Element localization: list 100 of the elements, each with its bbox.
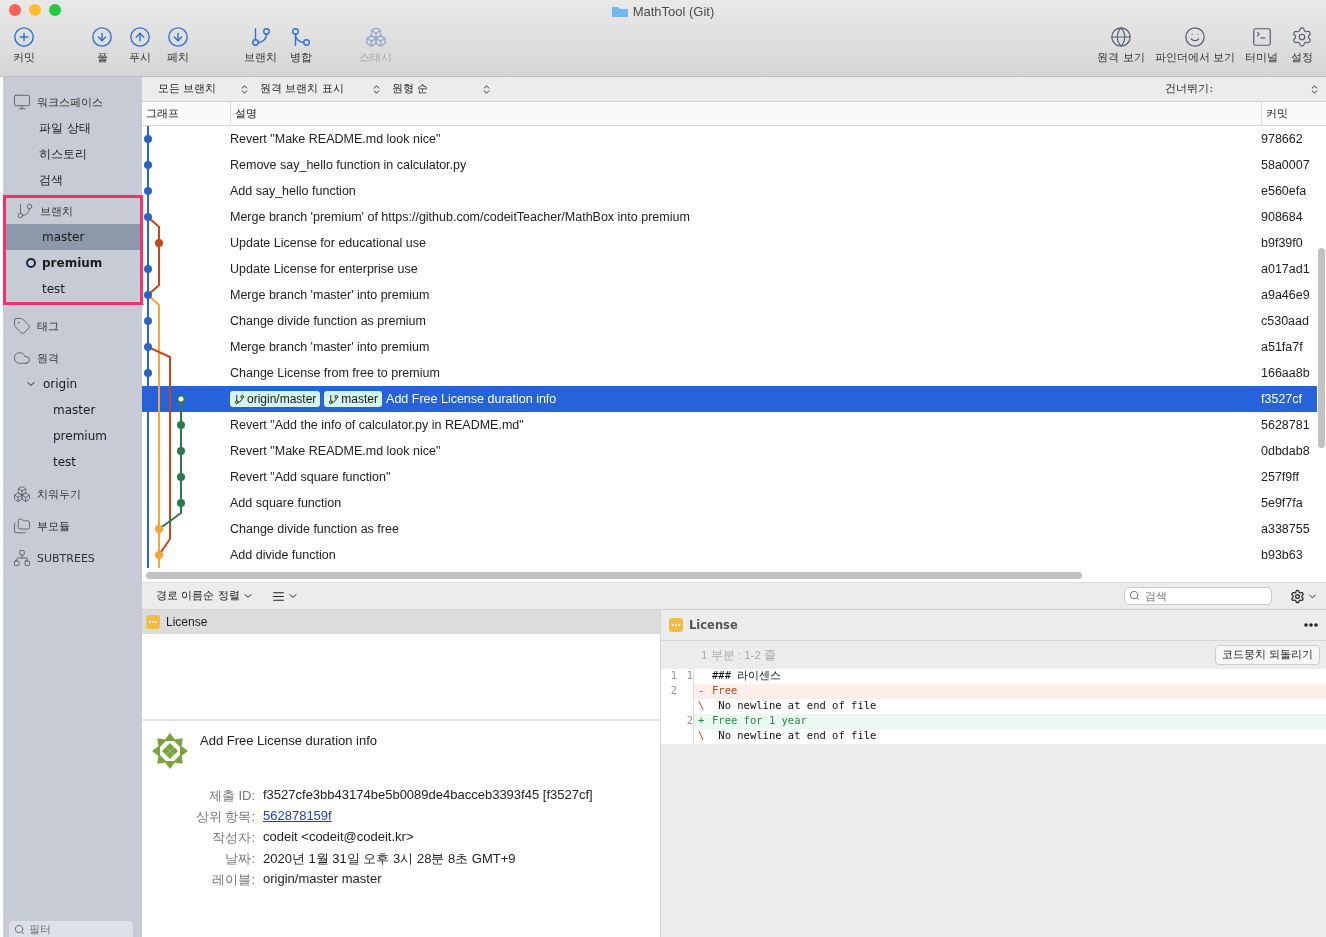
folders-icon [13,517,31,535]
network-icon [13,549,31,567]
sort-dropdown[interactable]: 경로 이름순 정렬 [156,589,254,603]
toolbar-button[interactable]: 원격 보기 [1093,26,1149,65]
branch-select[interactable]: 모든 브랜치 [158,82,260,96]
commit-dot[interactable] [177,473,185,481]
commit-dot[interactable] [155,551,163,559]
commit-hash: c530aad [1260,314,1310,328]
commit-dot[interactable] [144,187,152,195]
commit-message: Merge branch 'master' into premium [230,340,430,354]
section-title: SUBTREES [37,551,95,565]
sidebar-item[interactable]: 검색 [3,167,142,193]
commit-dot[interactable] [144,343,152,351]
column-header[interactable]: 커밋 [1262,102,1326,125]
order-select[interactable]: 원형 순 [392,82,502,96]
toolbar-button[interactable]: 풀 [84,26,120,65]
toolbar-button[interactable]: 터미널 [1241,26,1282,65]
plus-icon [13,26,35,48]
commit-message: Change divide function as premium [230,314,426,328]
field-value: origin/master master [263,871,382,886]
column-header[interactable]: 설명 [231,102,1262,125]
view-dropdown[interactable] [271,589,299,603]
commit-dot[interactable] [177,447,185,455]
section-title: 태그 [37,318,59,334]
folder-icon [611,5,628,17]
search-field[interactable]: 검색 [1124,587,1272,605]
toolbar-button[interactable]: 커밋 [6,26,42,65]
commit-message: Revert "Add square function" [230,470,391,484]
sidebar-item[interactable]: premium [3,423,142,449]
commit-message: Add say_hello function [230,184,356,198]
more-icon[interactable] [1304,623,1318,627]
toolbar-button[interactable]: 브랜치 [240,26,281,65]
field-label: 작성자: [211,829,255,847]
commit-dot[interactable] [144,213,152,221]
commit-row[interactable]: origin/master master Add Free License duration info f3527cf [230,386,1317,412]
commit-hash: 908684 [1260,210,1304,224]
scrollbar[interactable] [146,571,1082,579]
commit-message: Update License for enterprise use [230,262,418,276]
avatar-icon [150,731,190,771]
field-value: 2020년 1월 31일 오후 3시 28분 8초 GMT+9 [263,851,516,866]
remote-item[interactable]: origin [3,371,142,397]
window-title: MathTool (Git) [632,3,715,19]
remote-select[interactable]: 원격 브랜치 표시 [260,82,392,96]
sidebar-item[interactable]: 히스토리 [3,141,142,167]
scrollbar[interactable] [1318,248,1325,448]
commit-hash: b93b63 [1260,548,1304,562]
chevrons-icon [239,83,250,95]
toolbar-button[interactable]: 파인더에서 보기 [1150,26,1239,65]
cloud-icon [13,349,31,367]
section-title: 부모듈 [37,518,70,534]
commit-message: Change divide function as free [230,522,399,536]
field-label: 제출 ID: [207,787,255,805]
chevrons-icon [1309,83,1320,95]
commit-hash: f3527cf [1260,392,1303,406]
merge-icon [290,26,312,48]
boxes-icon [13,485,31,503]
parent-link[interactable]: 562878159f [263,808,332,823]
toolbar-button[interactable]: 푸시 [122,26,158,65]
list-icon [271,589,285,603]
commit-dot[interactable] [144,161,152,169]
chevrons-icon [481,83,492,95]
modified-file-icon [669,618,683,632]
branch-tag: master [324,391,383,407]
commit-hash: a017ad1 [1260,262,1311,276]
column-header[interactable]: 그래프 [142,102,231,125]
branch-icon [328,393,340,405]
current-branch-icon [26,258,36,268]
settings-dropdown[interactable] [1290,588,1318,604]
sidebar-item[interactable]: master [6,224,140,250]
jump-select[interactable]: 건너뛰기: [1165,82,1320,96]
commit-hash: 5e9f7fa [1260,496,1304,510]
sidebar-item[interactable]: test [6,276,140,302]
commit-dot[interactable] [176,394,186,404]
sidebar-item[interactable]: 파일 상태 [3,115,142,141]
branch-tag: origin/master [230,391,321,407]
commit-dot[interactable] [155,239,163,247]
sidebar-item[interactable]: premium [6,250,140,276]
sidebar-item[interactable]: master [3,397,142,423]
commit-dot[interactable] [155,525,163,533]
file-row[interactable]: License [142,610,660,634]
section-title: 원격 [37,350,59,366]
commit-dot[interactable] [177,421,185,429]
commit-dot[interactable] [177,499,185,507]
terminal-icon [1250,26,1273,48]
hunk-header: 1 부분 : 1-2 줄 [701,647,776,663]
commit-dot[interactable] [144,291,152,299]
tag-icon [13,317,31,335]
commit-dot[interactable] [144,135,152,143]
field-value: codeit <codeit@codeit.kr> [263,829,414,844]
revert-hunk-button[interactable]: 코드뭉치 되돌리기 [1214,645,1320,665]
commit-hash: 58a0007 [1260,158,1311,172]
filter-field[interactable]: 필터 [9,921,133,937]
commit-dot[interactable] [144,317,152,325]
commit-dot[interactable] [144,369,152,377]
sidebar-item[interactable]: test [3,449,142,475]
commit-message: Merge branch 'premium' of https://github.com/codeitTeacher/MathBox into premium [230,210,690,224]
toolbar-button[interactable]: 설정 [1284,26,1320,65]
toolbar-button[interactable]: 페치 [160,26,196,65]
commit-dot[interactable] [144,265,152,273]
toolbar-button[interactable]: 병합 [283,26,319,65]
